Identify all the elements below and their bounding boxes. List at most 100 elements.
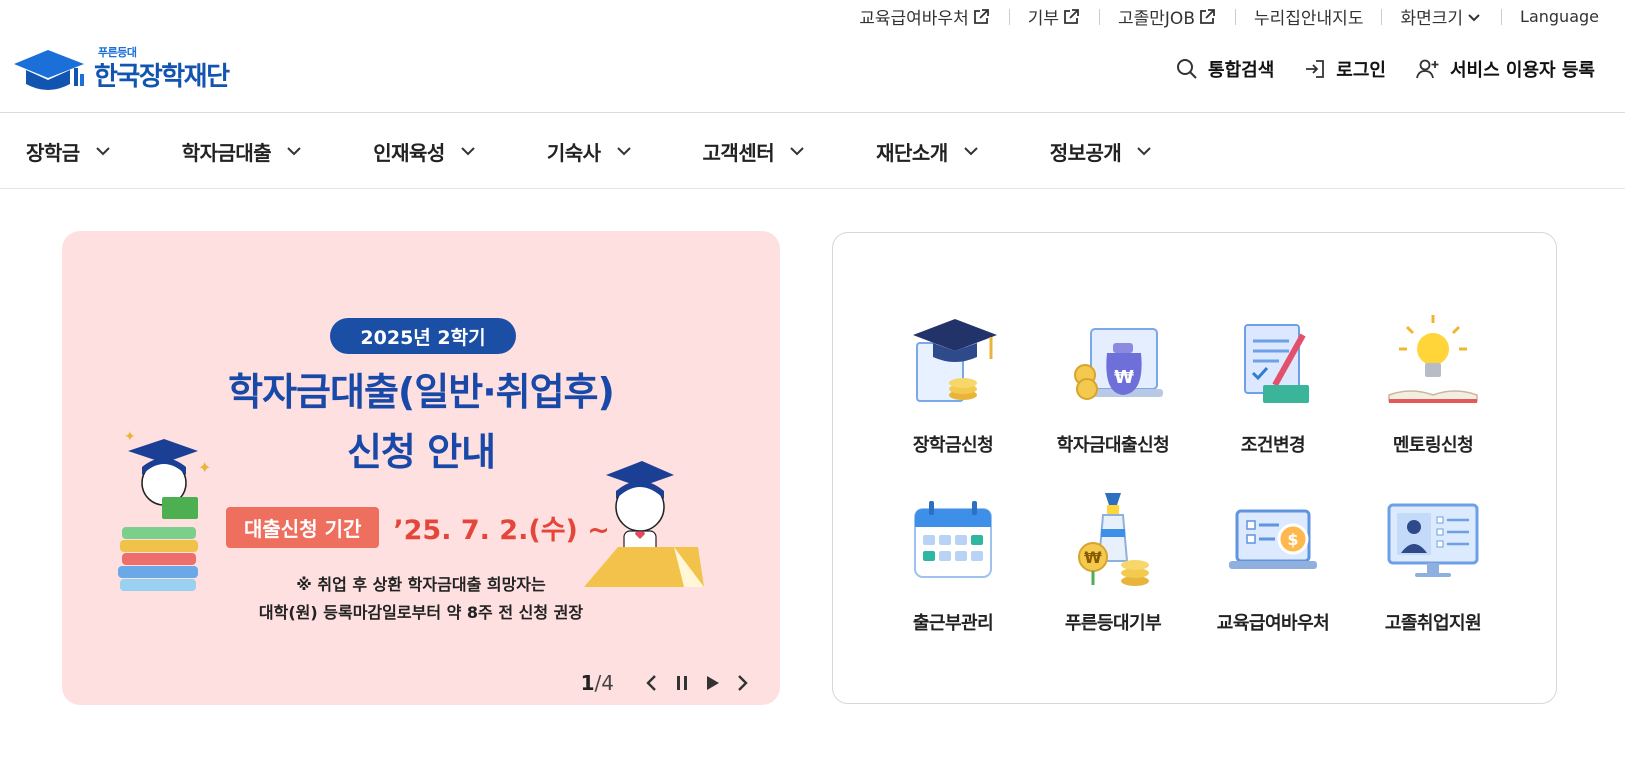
slide-total: /4 xyxy=(594,671,614,695)
nav-item-label: 학자금대출 xyxy=(181,140,272,165)
lightbulb-book-icon xyxy=(1388,315,1478,403)
nav-item-label: 정보공개 xyxy=(1049,140,1122,165)
language-button[interactable]: Language xyxy=(1520,7,1599,26)
login-icon xyxy=(1306,60,1325,78)
screen-size-dropdown[interactable]: 화면크기 xyxy=(1400,4,1483,29)
external-link-icon xyxy=(1064,8,1079,24)
chevron-down-icon xyxy=(1468,13,1480,21)
chevron-down-icon xyxy=(616,147,631,156)
login-label: 로그인 xyxy=(1336,60,1386,81)
nav-item-label: 고객센터 xyxy=(702,140,775,165)
utility-bar: 교육급여바우처 기부 고졸만JOB 누리집안내지도 화면크기 Language xyxy=(859,4,1599,29)
chevron-down-icon xyxy=(287,147,301,156)
nav-item-dormitory[interactable]: 기숙사 xyxy=(547,137,633,166)
register-button[interactable]: 서비스 이용자 등록 xyxy=(1416,56,1595,82)
integrated-search-button[interactable]: 통합검색 xyxy=(1176,56,1274,82)
money-bag-icon: ₩ xyxy=(1074,328,1163,400)
quick-menu-mentoring-apply[interactable]: 멘토링신청 xyxy=(1353,313,1513,457)
divider xyxy=(1381,8,1383,25)
pause-icon xyxy=(677,676,687,690)
calendar-icon xyxy=(914,501,992,578)
quick-menu-label: 멘토링신청 xyxy=(1392,435,1474,456)
slide-current: 1 xyxy=(580,671,595,695)
divider xyxy=(1501,8,1503,25)
banner-note-line2: 대학(원) 등록마감일로부터 약 8주 전 신청 권장 xyxy=(258,603,584,622)
chevron-down-icon xyxy=(95,147,110,156)
loan-period-label: 대출신청 기간 xyxy=(226,507,380,548)
chevron-left-icon xyxy=(646,675,656,691)
utility-link-sitemap[interactable]: 누리집안내지도 xyxy=(1254,4,1363,29)
quick-menu-donation[interactable]: ₩ 푸른등대기부 xyxy=(1033,491,1193,635)
quick-menu-label: 교육급여바우처 xyxy=(1216,613,1330,634)
slider-controls: 1/4 xyxy=(581,671,754,695)
site-logo[interactable]: 푸른등대 한국장학재단 xyxy=(12,44,230,94)
pause-slide-button[interactable] xyxy=(670,671,694,695)
play-slide-button[interactable] xyxy=(700,671,724,695)
lighthouse-icon: ₩ xyxy=(1078,493,1149,586)
nav-item-label: 장학금 xyxy=(26,140,80,165)
main-navigation: 장학금 학자금대출 인재육성 기숙사 고객센터 재단소개 정보공개 xyxy=(0,113,1625,189)
nav-item-label: 재단소개 xyxy=(876,140,948,165)
divider xyxy=(1234,8,1236,25)
external-link-icon xyxy=(1200,8,1215,24)
nav-item-scholarship[interactable]: 장학금 xyxy=(26,137,112,166)
language-label: Language xyxy=(1520,7,1599,26)
play-icon xyxy=(707,676,719,690)
loan-period: 대출신청 기간 ’25. 7. 2.(수) ~ xyxy=(226,507,610,548)
search-icon xyxy=(1177,59,1197,79)
quick-menu-edu-voucher[interactable]: $ 교육급여바우처 xyxy=(1193,491,1353,635)
svg-text:₩: ₩ xyxy=(1084,548,1102,567)
quick-menu-scholarship-apply[interactable]: 장학금신청 xyxy=(873,313,1033,457)
chevron-down-icon xyxy=(461,147,475,156)
quick-menu-loan-apply[interactable]: ₩ 학자금대출신청 xyxy=(1033,313,1193,457)
quick-menu-label: 학자금대출신청 xyxy=(1056,435,1170,456)
logo-title: 한국장학재단 xyxy=(94,61,230,92)
nav-item-label: 기숙사 xyxy=(546,140,601,165)
quick-menu-condition-change[interactable]: 조건변경 xyxy=(1193,313,1353,457)
nav-item-student-loan[interactable]: 학자금대출 xyxy=(182,137,304,166)
nav-item-talent[interactable]: 인재육성 xyxy=(373,137,477,166)
login-button[interactable]: 로그인 xyxy=(1304,56,1386,82)
svg-text:✦: ✦ xyxy=(124,429,136,445)
utility-link-job[interactable]: 고졸만JOB xyxy=(1118,4,1217,29)
nav-item-disclosure[interactable]: 정보공개 xyxy=(1050,137,1154,166)
svg-text:$: $ xyxy=(1287,530,1298,549)
divider xyxy=(1008,8,1010,25)
nav-item-customer-center[interactable]: 고객센터 xyxy=(703,137,807,166)
quick-menu-attendance[interactable]: 출근부관리 xyxy=(873,491,1033,635)
svg-text:✦: ✦ xyxy=(198,458,211,477)
utility-link-edu-voucher[interactable]: 교육급여바우처 xyxy=(859,4,990,29)
chevron-right-icon xyxy=(738,675,748,691)
quick-menu-label: 푸른등대기부 xyxy=(1064,613,1162,634)
screen-size-label: 화면크기 xyxy=(1400,9,1464,29)
nav-item-label: 인재육성 xyxy=(373,140,445,165)
divider xyxy=(1099,8,1100,25)
banner-title-line1: 학자금대출(일반·취업후) xyxy=(228,370,615,414)
quick-menu-panel: 장학금신청 ₩ 학자금대출신청 조건변경 멘토링신청 출근부관리 ₩ 푸른등대기… xyxy=(832,232,1557,704)
logo-subtitle: 푸른등대 xyxy=(98,46,137,59)
graduation-cap-icon xyxy=(913,319,997,402)
quick-menu-job-support[interactable]: 고졸취업지원 xyxy=(1353,491,1513,635)
chevron-down-icon xyxy=(1137,147,1152,156)
utility-link-label: 교육급여바우처 xyxy=(859,9,969,29)
quick-menu-label: 출근부관리 xyxy=(912,613,994,634)
chevron-down-icon xyxy=(964,147,978,156)
register-label: 서비스 이용자 등록 xyxy=(1449,60,1595,81)
utility-link-donation[interactable]: 기부 xyxy=(1028,4,1081,29)
utility-link-label: 기부 xyxy=(1027,9,1059,29)
utility-link-label: 누리집안내지도 xyxy=(1253,9,1364,29)
quick-menu-label: 장학금신청 xyxy=(912,435,994,456)
utility-link-label: 고졸만JOB xyxy=(1118,9,1195,29)
external-link-icon xyxy=(973,8,989,24)
banner-badge: 2025년 2학기 xyxy=(330,318,516,354)
svg-text:₩: ₩ xyxy=(1114,367,1134,388)
slide-pagination: 1/4 xyxy=(581,671,614,695)
search-label: 통합검색 xyxy=(1208,60,1275,81)
next-slide-button[interactable] xyxy=(730,671,754,695)
nav-item-about[interactable]: 재단소개 xyxy=(876,137,980,166)
chevron-down-icon xyxy=(790,147,804,156)
user-add-icon xyxy=(1416,59,1439,79)
banner-note-line1: ※ 취업 후 상환 학자금대출 희망자는 xyxy=(296,575,546,594)
prev-slide-button[interactable] xyxy=(640,671,664,695)
main-banner-slide[interactable]: 2025년 2학기 학자금대출(일반·취업후) 신청 안내 ✦ ✦ 대출신청 기… xyxy=(62,231,780,705)
